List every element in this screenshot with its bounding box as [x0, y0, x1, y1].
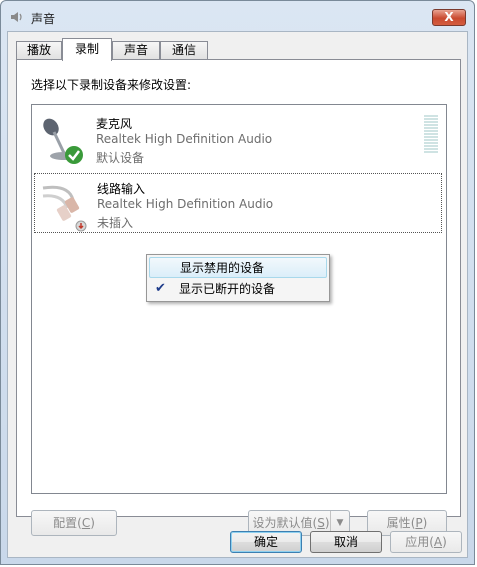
dialog-client-area: 播放 录制 声音 通信 选择以下录制设备来修改设置: 麦克风 Realtek H…: [7, 31, 468, 558]
window-title: 声音: [31, 12, 56, 26]
menu-item-show-disabled[interactable]: 显示禁用的设备: [149, 257, 327, 278]
line-in-jack-icon: [42, 185, 87, 232]
device-item-line-in[interactable]: 线路输入 Realtek High Definition Audio 未插入: [34, 173, 442, 233]
tab-communications[interactable]: 通信: [160, 41, 208, 59]
properties-accel: P: [415, 516, 423, 530]
apply-button[interactable]: 应用(A): [390, 531, 462, 553]
menu-item-label: 显示禁用的设备: [180, 261, 265, 275]
device-item-microphone[interactable]: 麦克风 Realtek High Definition Audio 默认设备: [34, 109, 442, 169]
cancel-button[interactable]: 取消: [310, 531, 382, 553]
microphone-icon: [43, 118, 83, 164]
set-default-accel: S: [317, 516, 325, 530]
menu-item-label: 显示已断开的设备: [179, 282, 276, 296]
apply-label: 应用: [405, 535, 430, 549]
configure-button[interactable]: 配置(C): [31, 510, 117, 536]
apply-accel: A: [433, 535, 443, 549]
checkmark-icon: ✔: [155, 281, 166, 296]
context-menu: 显示禁用的设备 ✔ 显示已断开的设备: [146, 254, 330, 302]
device-status: 未插入: [97, 216, 134, 230]
close-icon: X: [444, 10, 454, 24]
speaker-icon: [11, 12, 22, 22]
properties-label: 属性: [386, 516, 411, 530]
menu-item-show-disconnected[interactable]: ✔ 显示已断开的设备: [149, 279, 327, 300]
device-list[interactable]: 麦克风 Realtek High Definition Audio 默认设备 线…: [31, 104, 447, 494]
device-driver: Realtek High Definition Audio: [96, 132, 273, 146]
close-button[interactable]: X: [432, 9, 466, 26]
device-name: 麦克风: [96, 117, 133, 131]
level-meter: [424, 115, 438, 155]
tab-recording[interactable]: 录制: [62, 38, 112, 61]
title-bar[interactable]: 声音 X: [1, 1, 474, 31]
set-default-label: 设为默认值: [252, 516, 313, 530]
recording-panel: 选择以下录制设备来修改设置: 麦克风 Realtek High Definiti…: [16, 59, 461, 536]
device-status: 默认设备: [96, 151, 145, 165]
configure-accel: C: [81, 516, 91, 530]
device-driver: Realtek High Definition Audio: [97, 197, 274, 211]
ok-button[interactable]: 确定: [230, 531, 302, 553]
tab-playback[interactable]: 播放: [16, 41, 62, 59]
panel-prompt: 选择以下录制设备来修改设置:: [31, 78, 192, 92]
sound-dialog: 声音 X 播放 录制 声音 通信 选择以下录制设备来修改设置: 麦克风 Real…: [0, 0, 475, 565]
tab-sounds[interactable]: 声音: [112, 41, 160, 59]
device-name: 线路输入: [97, 182, 146, 196]
configure-label: 配置: [53, 516, 78, 530]
